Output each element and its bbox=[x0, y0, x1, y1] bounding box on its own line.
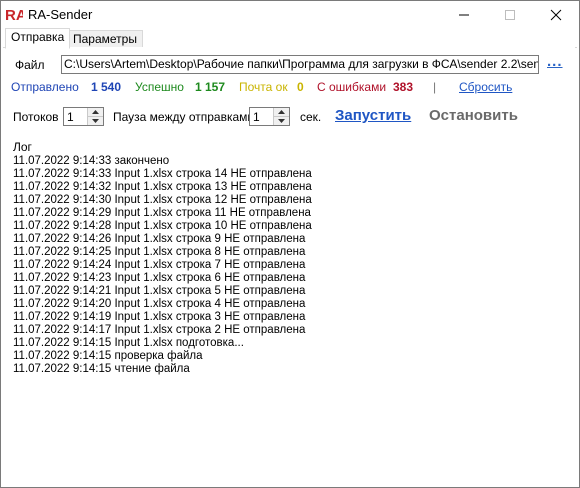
svg-text:RA: RA bbox=[5, 7, 23, 23]
log-line: 11.07.2022 9:14:20 Input 1.xlsx строка 4… bbox=[13, 298, 306, 310]
log-line: 11.07.2022 9:14:23 Input 1.xlsx строка 6… bbox=[13, 272, 306, 284]
close-icon bbox=[550, 9, 562, 21]
minimize-icon bbox=[459, 14, 469, 16]
tab-bar: Отправка Параметры bbox=[3, 28, 577, 49]
sending-panel: Файл C:\Users\Artem\Desktop\Рабочие папк… bbox=[5, 47, 575, 485]
log-line: 11.07.2022 9:14:26 Input 1.xlsx строка 9… bbox=[13, 233, 306, 245]
success-label: Успешно bbox=[135, 80, 184, 94]
run-button[interactable]: Запустить bbox=[335, 107, 411, 124]
arrow-down-icon bbox=[278, 119, 285, 123]
log-line: 11.07.2022 9:14:15 Input 1.xlsx подготов… bbox=[13, 337, 244, 349]
pause-label: Пауза между отправками bbox=[113, 110, 255, 124]
log-line: 11.07.2022 9:14:19 Input 1.xlsx строка 3… bbox=[13, 311, 306, 323]
arrow-down-icon bbox=[92, 119, 99, 123]
sent-count: 1 540 bbox=[91, 80, 122, 94]
log-line: 11.07.2022 9:14:33 закончено bbox=[13, 155, 170, 167]
reset-link[interactable]: Сбросить bbox=[459, 80, 512, 94]
minimize-button[interactable] bbox=[441, 1, 487, 28]
log-line: 11.07.2022 9:14:30 Input 1.xlsx строка 1… bbox=[13, 194, 312, 206]
log-line: 11.07.2022 9:14:21 Input 1.xlsx строка 5… bbox=[13, 285, 306, 297]
threads-value: 1 bbox=[67, 110, 74, 124]
pause-up-button[interactable] bbox=[274, 108, 289, 117]
threads-up-button[interactable] bbox=[88, 108, 103, 117]
tab-sending[interactable]: Отправка bbox=[5, 28, 71, 49]
tab-parameters[interactable]: Параметры bbox=[67, 30, 143, 48]
window-title: RA-Sender bbox=[28, 7, 93, 22]
pause-value: 1 bbox=[253, 110, 260, 124]
sent-label: Отправлено bbox=[11, 80, 79, 94]
log-line: 11.07.2022 9:14:28 Input 1.xlsx строка 1… bbox=[13, 220, 312, 232]
log-area[interactable]: 11.07.2022 9:14:33 закончено 11.07.2022 … bbox=[13, 155, 573, 485]
log-line: 11.07.2022 9:14:29 Input 1.xlsx строка 1… bbox=[13, 207, 311, 219]
pause-stepper-arrows[interactable] bbox=[273, 108, 289, 125]
file-label: Файл bbox=[15, 58, 45, 72]
success-count: 1 157 bbox=[195, 80, 226, 94]
pause-unit: сек. bbox=[300, 110, 322, 124]
mail-ok-label: Почта ок bbox=[239, 80, 288, 94]
log-line: 11.07.2022 9:14:15 чтение файла bbox=[13, 363, 190, 375]
log-line: 11.07.2022 9:14:32 Input 1.xlsx строка 1… bbox=[13, 181, 312, 193]
errors-label: С ошибками bbox=[317, 80, 387, 94]
log-label: Лог bbox=[13, 140, 32, 154]
app-logo-icon: RA bbox=[5, 7, 23, 23]
threads-stepper-arrows[interactable] bbox=[87, 108, 103, 125]
log-line: 11.07.2022 9:14:33 Input 1.xlsx строка 1… bbox=[13, 168, 312, 180]
stats-separator: | bbox=[433, 80, 437, 94]
pause-stepper[interactable]: 1 bbox=[249, 107, 290, 126]
arrow-up-icon bbox=[278, 110, 285, 114]
mail-ok-count: 0 bbox=[297, 80, 304, 94]
arrow-up-icon bbox=[92, 110, 99, 114]
threads-label: Потоков bbox=[13, 110, 59, 124]
threads-stepper[interactable]: 1 bbox=[63, 107, 104, 126]
log-line: 11.07.2022 9:14:17 Input 1.xlsx строка 2… bbox=[13, 324, 306, 336]
errors-count: 383 bbox=[393, 80, 414, 94]
threads-down-button[interactable] bbox=[88, 117, 103, 125]
close-button[interactable] bbox=[533, 1, 579, 28]
app-window: RA RA-Sender Отправка Параметры Файл C:\… bbox=[0, 0, 580, 488]
log-line: 11.07.2022 9:14:25 Input 1.xlsx строка 8… bbox=[13, 246, 306, 258]
maximize-button[interactable] bbox=[487, 1, 533, 28]
pause-down-button[interactable] bbox=[274, 117, 289, 125]
log-line: 11.07.2022 9:14:15 проверка файла bbox=[13, 350, 203, 362]
log-line: 11.07.2022 9:14:24 Input 1.xlsx строка 7… bbox=[13, 259, 306, 271]
file-path-field[interactable]: C:\Users\Artem\Desktop\Рабочие папки\Про… bbox=[61, 55, 539, 74]
maximize-icon bbox=[505, 10, 515, 20]
title-bar[interactable]: RA RA-Sender bbox=[1, 1, 579, 28]
browse-file-button[interactable]: ... bbox=[547, 53, 563, 70]
stop-button[interactable]: Остановить bbox=[429, 107, 518, 124]
